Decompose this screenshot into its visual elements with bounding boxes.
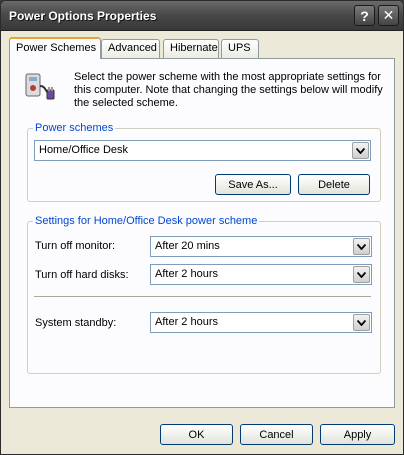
tab-label: Hibernate — [170, 42, 218, 54]
cancel-button[interactable]: Cancel — [240, 424, 313, 445]
apply-button[interactable]: Apply — [320, 424, 395, 445]
power-scheme-select[interactable]: Home/Office Desk — [34, 140, 371, 161]
apply-label: Apply — [343, 428, 372, 441]
save-as-button[interactable]: Save As... — [215, 174, 291, 195]
title-bar[interactable]: Power Options Properties ? ✕ — [1, 1, 403, 31]
settings-group-title: Settings for Home/Office Desk power sche… — [33, 215, 260, 227]
chevron-down-icon — [353, 238, 370, 255]
window-title: Power Options Properties — [9, 9, 157, 23]
chevron-down-icon — [353, 314, 370, 331]
delete-label: Delete — [318, 178, 350, 191]
power-scheme-icon — [25, 73, 55, 100]
tab-label: Advanced — [108, 42, 157, 54]
ok-button[interactable]: OK — [160, 424, 233, 445]
cancel-label: Cancel — [259, 428, 294, 441]
power-scheme-value: Home/Office Desk — [39, 144, 129, 156]
hard-disks-timeout-select[interactable]: After 2 hours — [150, 264, 372, 285]
monitor-timeout-select[interactable]: After 20 mins — [150, 236, 372, 257]
chevron-down-icon — [353, 266, 370, 283]
close-icon: ✕ — [382, 7, 395, 23]
system-standby-select[interactable]: After 2 hours — [150, 312, 372, 333]
chevron-down-icon — [352, 142, 369, 159]
tab-advanced[interactable]: Advanced — [101, 39, 160, 58]
hard-disks-timeout-value: After 2 hours — [155, 268, 218, 280]
tab-label: UPS — [228, 42, 251, 54]
close-button[interactable]: ✕ — [378, 5, 399, 26]
intro-text: Select the power scheme with the most ap… — [74, 71, 383, 109]
settings-divider — [34, 296, 371, 298]
tab-power-schemes[interactable]: Power Schemes — [9, 37, 101, 59]
dialog-window: Power Options Properties ? ✕ Power Schem… — [0, 0, 404, 455]
hard-disks-label: Turn off hard disks: — [35, 269, 129, 281]
monitor-label: Turn off monitor: — [35, 240, 116, 252]
help-button[interactable]: ? — [354, 5, 375, 26]
power-schemes-group-title: Power schemes — [33, 122, 116, 134]
help-icon: ? — [360, 7, 369, 24]
system-standby-value: After 2 hours — [155, 316, 218, 328]
tab-label: Power Schemes — [16, 42, 97, 54]
ok-label: OK — [188, 428, 205, 441]
tab-ups[interactable]: UPS — [221, 39, 259, 58]
monitor-timeout-value: After 20 mins — [155, 240, 220, 252]
save-as-label: Save As... — [228, 178, 278, 191]
delete-button[interactable]: Delete — [298, 174, 370, 195]
tab-hibernate[interactable]: Hibernate — [163, 39, 219, 58]
system-standby-label: System standby: — [35, 317, 117, 329]
